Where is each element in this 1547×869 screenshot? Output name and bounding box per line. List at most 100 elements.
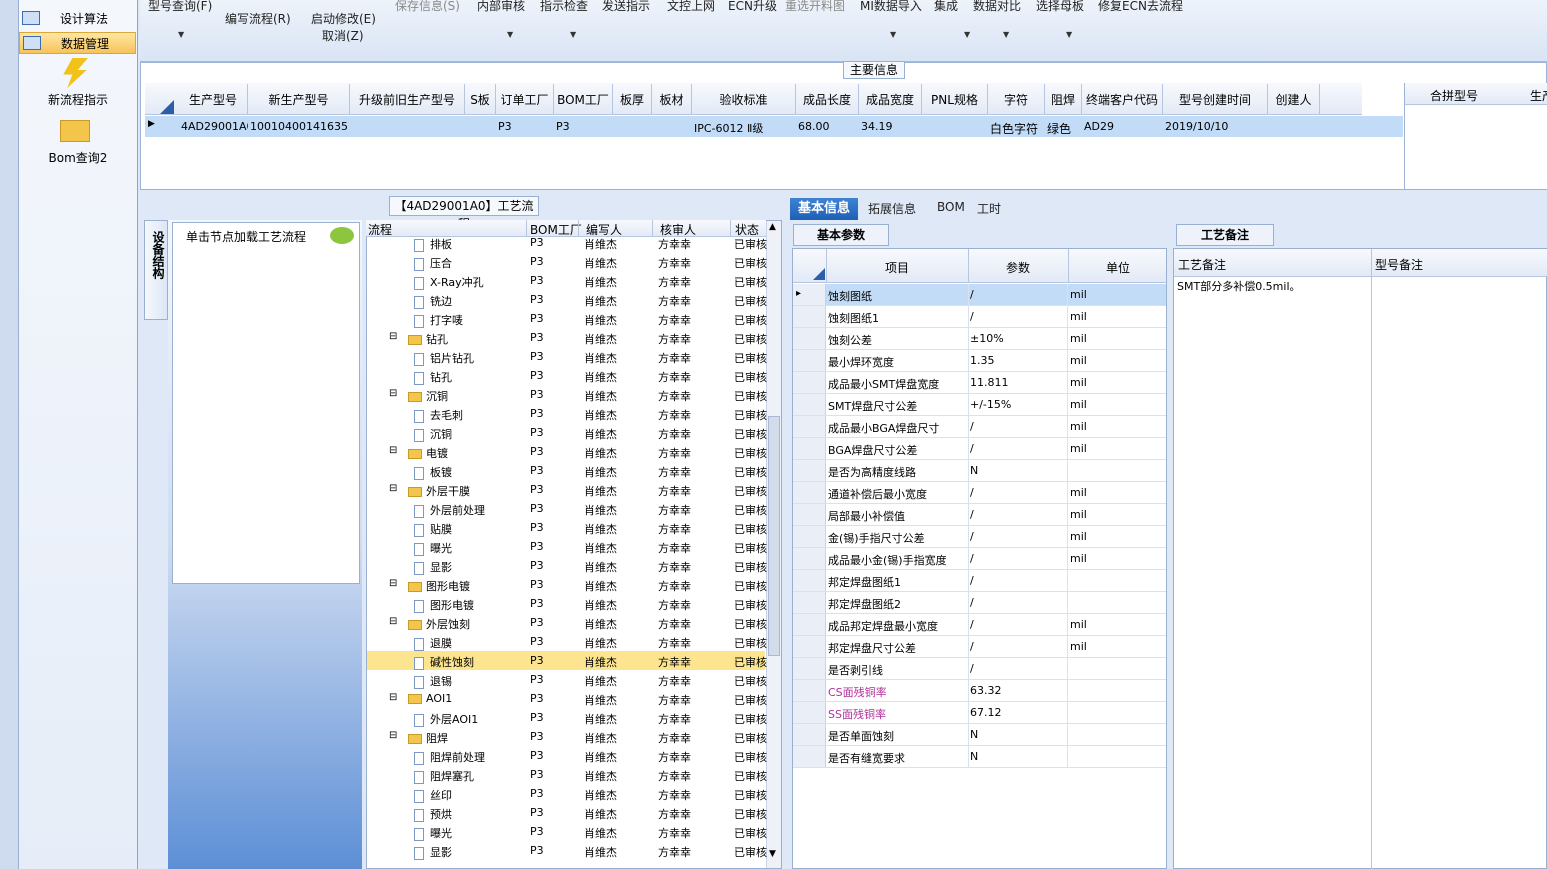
toolbar-button[interactable]: 编写流程(R) [225, 10, 291, 27]
param-row[interactable]: 局部最小补偿值 / mil [793, 504, 1166, 526]
param-value-box[interactable] [968, 724, 1068, 745]
main-info-col-header[interactable]: 订单工厂 [496, 84, 554, 114]
main-info-cell[interactable]: IPC-6012 Ⅱ级 [694, 120, 796, 136]
row-indicator[interactable] [793, 592, 826, 613]
main-info-col-header[interactable]: 阻焊 [1045, 84, 1082, 114]
main-info-col-header[interactable]: 升级前旧生产型号 [350, 84, 465, 114]
flow-tree-row[interactable]: ⊟ 沉铜 P3 肖维杰 方幸幸 已审核 [367, 385, 767, 404]
param-value-box[interactable] [968, 526, 1068, 547]
tab-3[interactable]: 工时 [977, 200, 1001, 217]
param-row[interactable]: 金(锡)手指尺寸公差 / mil [793, 526, 1166, 548]
row-indicator[interactable] [793, 438, 826, 459]
param-value[interactable]: / [970, 420, 974, 433]
flow-tree-row[interactable]: 阻焊塞孔 P3 肖维杰 方幸幸 已审核 [367, 765, 767, 784]
row-indicator[interactable] [793, 680, 826, 701]
flow-tree-row[interactable]: 丝印 P3 肖维杰 方幸幸 已审核 [367, 784, 767, 803]
flow-node[interactable]: 显影 [414, 559, 452, 575]
param-row[interactable]: 成品邦定焊盘最小宽度 / mil [793, 614, 1166, 636]
flow-tree-row[interactable]: 去毛刺 P3 肖维杰 方幸幸 已审核 [367, 404, 767, 423]
main-info-col-header[interactable]: PNL规格 [922, 84, 988, 114]
tab-1[interactable]: 拓展信息 [868, 200, 916, 217]
process-note-text[interactable]: SMT部分多补偿0.5mil。 [1177, 278, 1301, 294]
param-value-box[interactable] [968, 592, 1068, 613]
param-row[interactable]: CS面残铜率 63.32 [793, 680, 1166, 702]
param-row[interactable]: ▸ 蚀刻图纸 / mil [793, 284, 1166, 306]
scroll-up-icon[interactable]: ▲ [769, 222, 776, 232]
flow-node[interactable]: 压合 [414, 255, 452, 271]
collapse-icon[interactable]: ⊟ [389, 445, 397, 456]
flow-node[interactable]: 钻孔 [414, 369, 452, 385]
collapse-icon[interactable]: ⊟ [389, 483, 397, 494]
param-value-box[interactable] [968, 746, 1068, 767]
collapse-icon[interactable]: ⊟ [389, 578, 397, 589]
flow-node[interactable]: 退膜 [414, 635, 452, 651]
param-row[interactable]: 是否剥引线 / [793, 658, 1166, 680]
big-icon-label[interactable]: 新流程指示 [19, 91, 137, 108]
flow-node[interactable]: 去毛刺 [414, 407, 463, 423]
flow-node[interactable]: X-Ray冲孔 [414, 274, 484, 290]
collapse-icon[interactable]: ⊟ [389, 388, 397, 399]
flow-tree-row[interactable]: ⊟ 外层蚀刻 P3 肖维杰 方幸幸 已审核 [367, 613, 767, 632]
main-info-col-header[interactable]: S板 [465, 84, 496, 114]
flow-tree-row[interactable]: 碱性蚀刻 P3 肖维杰 方幸幸 已审核 [367, 651, 767, 670]
param-row[interactable]: 邦定焊盘图纸2 / [793, 592, 1166, 614]
big-icon-label[interactable]: Bom查询2 [19, 149, 137, 166]
param-value[interactable]: / [970, 640, 974, 653]
param-row[interactable]: 最小焊环宽度 1.35 mil [793, 350, 1166, 372]
flow-tree-row[interactable]: 贴膜 P3 肖维杰 方幸幸 已审核 [367, 518, 767, 537]
toolbar-button[interactable]: MI数据导入 [860, 0, 922, 14]
flow-node[interactable]: 电镀 [408, 445, 448, 461]
param-row[interactable]: 成品最小BGA焊盘尺寸 / mil [793, 416, 1166, 438]
param-row[interactable]: 通道补偿后最小宽度 / mil [793, 482, 1166, 504]
row-indicator[interactable] [793, 504, 826, 525]
flow-tree-row[interactable]: ⊟ 外层干膜 P3 肖维杰 方幸幸 已审核 [367, 480, 767, 499]
main-info-cell[interactable]: AD29 [1084, 120, 1163, 133]
row-indicator[interactable] [793, 746, 826, 767]
param-value[interactable]: / [970, 662, 974, 675]
device-structure-tab[interactable]: 设备结构 [144, 220, 168, 320]
row-indicator[interactable] [793, 570, 826, 591]
flow-node[interactable]: 显影 [414, 844, 452, 860]
main-info-col-header[interactable]: 成品长度 [796, 84, 859, 114]
flow-node[interactable]: 退锡 [414, 673, 452, 689]
flow-tree-row[interactable]: 铣边 P3 肖维杰 方幸幸 已审核 [367, 290, 767, 309]
flow-node[interactable]: 板镀 [414, 464, 452, 480]
param-value[interactable]: / [970, 508, 974, 521]
param-row[interactable]: 蚀刻公差 ±10% mil [793, 328, 1166, 350]
param-value-box[interactable] [968, 460, 1068, 481]
dropdown-arrow-icon[interactable]: ▼ [178, 30, 184, 39]
toolbar-button[interactable]: 选择母板 [1036, 0, 1084, 14]
flow-tree-row[interactable]: 外层前处理 P3 肖维杰 方幸幸 已审核 [367, 499, 767, 518]
flow-node[interactable]: 钻孔 [408, 331, 448, 347]
flow-node[interactable]: 曝光 [414, 825, 452, 841]
flow-tree-row[interactable]: X-Ray冲孔 P3 肖维杰 方幸幸 已审核 [367, 271, 767, 290]
collapse-icon[interactable]: ⊟ [389, 616, 397, 627]
main-info-cell[interactable]: 4AD29001A0 [181, 120, 248, 133]
param-row[interactable]: 是否单面蚀刻 N [793, 724, 1166, 746]
param-value[interactable]: / [970, 288, 974, 301]
main-info-col-header[interactable]: 新生产型号 [248, 84, 350, 114]
flow-node[interactable]: 贴膜 [414, 521, 452, 537]
main-info-col-header[interactable]: 验收标准 [692, 84, 796, 114]
flow-tree-row[interactable]: 退锡 P3 肖维杰 方幸幸 已审核 [367, 670, 767, 689]
param-value-box[interactable] [968, 658, 1068, 679]
param-value[interactable]: 11.811 [970, 376, 1009, 389]
param-value-box[interactable] [968, 284, 1068, 305]
main-info-col-header[interactable]: 字符 [988, 84, 1045, 114]
row-indicator[interactable] [793, 394, 826, 415]
flow-node[interactable]: 碱性蚀刻 [414, 654, 474, 670]
param-value[interactable]: N [970, 464, 978, 477]
flow-node[interactable]: 预烘 [414, 806, 452, 822]
row-indicator[interactable] [793, 482, 826, 503]
param-row[interactable]: SS面残铜率 67.12 [793, 702, 1166, 724]
main-info-cell[interactable]: 10010400141635 [250, 120, 350, 133]
param-row[interactable]: BGA焊盘尺寸公差 / mil [793, 438, 1166, 460]
nav-item[interactable]: 数据管理 [19, 32, 136, 54]
toolbar-button[interactable]: ECN升级 [728, 0, 777, 14]
toolbar-button[interactable]: 启动修改(E) [311, 10, 376, 27]
flow-tree-row[interactable]: ⊟ AOI1 P3 肖维杰 方幸幸 已审核 [367, 689, 767, 708]
param-row[interactable]: 成品最小SMT焊盘宽度 11.811 mil [793, 372, 1166, 394]
toolbar-button[interactable]: 取消(Z) [322, 27, 364, 44]
param-value[interactable]: / [970, 486, 974, 499]
main-info-cell[interactable]: 34.19 [861, 120, 922, 133]
